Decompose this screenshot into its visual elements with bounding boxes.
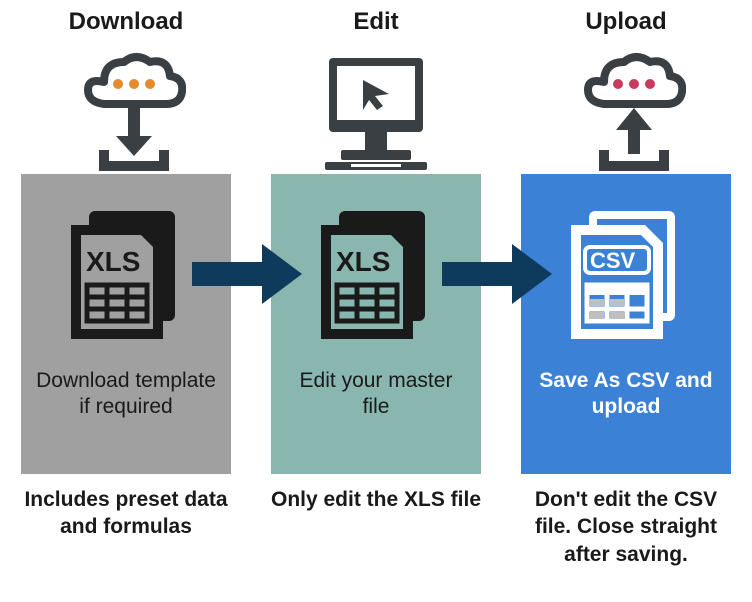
step-download-card-text: Download template if required — [21, 368, 231, 421]
step-edit-card: XLS Edit your master file — [271, 174, 481, 474]
arrow-right-icon — [442, 244, 552, 309]
cloud-upload-icon — [566, 44, 686, 174]
step-download-card: XLS Download template if required — [21, 174, 231, 474]
step-edit-title: Edit — [353, 8, 398, 36]
step-upload-card: CSV Save As CSV and upload — [521, 174, 731, 474]
step-edit-card-text: Edit your master file — [271, 368, 481, 421]
step-upload-card-text: Save As CSV and upload — [521, 368, 731, 421]
step-download-bottom-text: Includes preset data and formulas — [16, 486, 236, 541]
cloud-download-icon — [66, 44, 186, 174]
step-upload-title: Upload — [585, 8, 666, 36]
xls-file-icon: XLS — [61, 200, 191, 350]
step-upload-bottom-text: Don't edit the CSV file. Close straight … — [516, 486, 736, 568]
diagram-container: Download XLS — [0, 0, 752, 568]
computer-edit-icon — [311, 44, 441, 174]
step-download-title: Download — [69, 8, 184, 36]
step-edit-bottom-text: Only edit the XLS file — [267, 486, 485, 513]
svg-text:XLS: XLS — [86, 246, 140, 277]
arrow-right-icon — [192, 244, 302, 309]
svg-text:XLS: XLS — [336, 246, 390, 277]
csv-file-icon: CSV — [561, 200, 691, 350]
xls-file-icon: XLS — [311, 200, 441, 350]
svg-text:CSV: CSV — [590, 248, 636, 273]
